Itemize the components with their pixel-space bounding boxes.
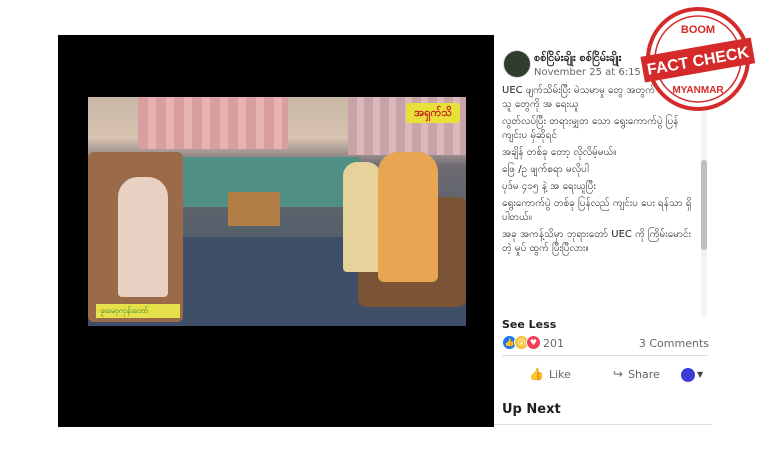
like-label: Like	[548, 367, 571, 381]
love-reaction-icon: ♥	[526, 335, 541, 350]
post-line: ဖြေ /ဥ ဖျက်စရာ မလိုပါ	[502, 164, 589, 175]
video-frame[interactable]: အရှက်သိ ဖူးမော့ကုန်းတော်	[88, 97, 466, 326]
divider	[502, 355, 708, 356]
share-icon: ↪	[613, 367, 624, 381]
divider	[494, 424, 712, 425]
see-less-link[interactable]: See Less	[502, 318, 556, 331]
like-button[interactable]: 👍 Like	[529, 367, 571, 381]
scrollbar-thumb[interactable]	[701, 160, 707, 250]
person-seated-left	[118, 177, 168, 297]
post-line: ရွေးကောက်ပွဲ တစ်ခု ပြန်လည် ကျင်းပ ပေး ရန…	[502, 198, 692, 223]
person-seated-right	[378, 152, 438, 282]
reaction-icons[interactable]: 👍 😮 ♥	[502, 335, 541, 350]
comments-count[interactable]: 3 Comments	[639, 337, 709, 350]
account-avatar[interactable]	[681, 368, 695, 382]
curtain-left	[138, 97, 288, 149]
stamp-bottom-text: MYANMAR	[672, 85, 724, 96]
chevron-down-icon[interactable]: ▼	[697, 370, 703, 379]
avatar[interactable]	[503, 50, 531, 78]
stamp-top-text: BOOM	[681, 24, 715, 36]
share-label: Share	[628, 367, 660, 381]
post-line: အခု အကန့်သိမှာ ဘုရားတော် UEC ကို ကြိမ်းမ…	[502, 229, 692, 254]
person-standing	[343, 162, 381, 272]
author-name[interactable]: စစ်ငြိမ်းချိုး စစ်ငြိမ်းချိုး	[534, 51, 621, 67]
up-next-heading: Up Next	[502, 402, 561, 417]
share-button[interactable]: ↪ Share	[613, 367, 660, 381]
reaction-count[interactable]: 201	[543, 337, 564, 350]
post-line: အချိန် တစ်ခု တော့ လိုလိမ့်မယ်။	[502, 147, 617, 158]
post-text: UEC ဖျက်သိမ်းပြီး မဲသမာမှု တွေ အတွက် တာဝ…	[502, 84, 698, 316]
fact-check-stamp: BOOM FACT CHECK MYANMAR	[640, 7, 756, 111]
post-line: လွတ်လပ်ပြီး တရားမျှတ သော ရွေးကောက်ပွဲ ပြ…	[502, 116, 679, 141]
post-line: ပုဒ်မ ၄၁၅ နဲ့ အ ရေးယူပြီး	[502, 181, 596, 192]
video-logo: အရှက်သိ	[406, 103, 460, 123]
video-caption: ဖူးမော့ကုန်းတော်	[96, 304, 180, 318]
thumbs-up-icon: 👍	[529, 367, 544, 381]
coffee-table	[228, 192, 280, 226]
